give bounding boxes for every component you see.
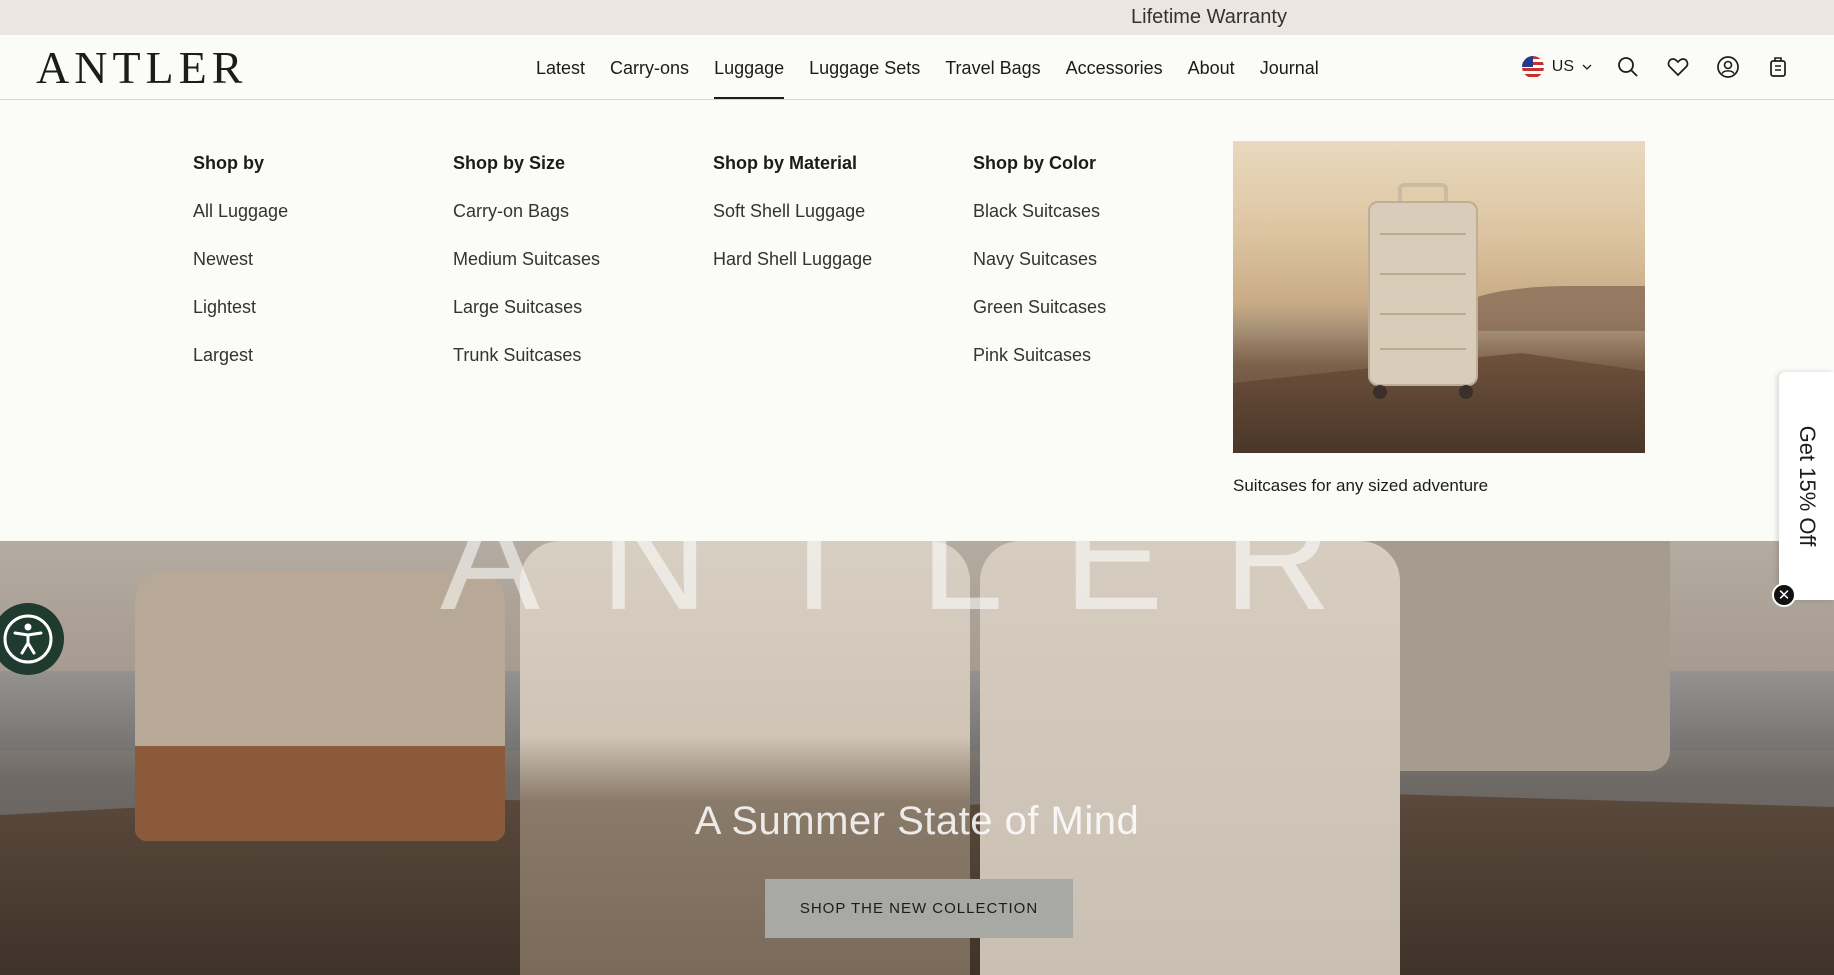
wheel xyxy=(1459,385,1473,399)
menu-link-large-suitcases[interactable]: Large Suitcases xyxy=(453,296,600,318)
menu-link-largest[interactable]: Largest xyxy=(193,344,288,366)
promo-hill xyxy=(1455,286,1645,331)
menu-column-size: Shop by Size Carry-on Bags Medium Suitca… xyxy=(453,152,600,392)
menu-column-material: Shop by Material Soft Shell Luggage Hard… xyxy=(713,152,872,296)
accessibility-icon xyxy=(3,614,53,664)
heart-icon xyxy=(1667,58,1689,77)
logo[interactable]: ANTLER xyxy=(36,44,247,92)
menu-link-newest[interactable]: Newest xyxy=(193,248,288,270)
menu-column-color: Shop by Color Black Suitcases Navy Suitc… xyxy=(973,152,1106,392)
menu-link-pink-suitcases[interactable]: Pink Suitcases xyxy=(973,344,1106,366)
menu-link-carry-on-bags[interactable]: Carry-on Bags xyxy=(453,200,600,222)
column-heading: Shop by Color xyxy=(973,153,1096,173)
region-label: US xyxy=(1551,58,1574,75)
menu-link-soft-shell[interactable]: Soft Shell Luggage xyxy=(713,200,872,222)
luggage-mega-menu: Shop by All Luggage Newest Lightest Larg… xyxy=(0,100,1834,541)
menu-link-lightest[interactable]: Lightest xyxy=(193,296,288,318)
account-button[interactable] xyxy=(1714,53,1742,81)
column-heading: Shop by Material xyxy=(713,153,858,173)
wheel xyxy=(1373,385,1387,399)
hero-overlay-word: ANTLER xyxy=(440,541,1392,641)
column-heading: Shop by xyxy=(193,153,264,173)
suitcase-handle xyxy=(1398,183,1448,203)
discount-label: Get 15% Off xyxy=(1794,425,1820,547)
nav-latest[interactable]: Latest xyxy=(536,57,585,79)
region-selector[interactable]: US xyxy=(1521,56,1592,78)
hero-title: A Summer State of Mind xyxy=(694,799,1140,843)
menu-column-shop-by: Shop by All Luggage Newest Lightest Larg… xyxy=(193,152,288,392)
cart-button[interactable] xyxy=(1764,53,1792,81)
promo-image[interactable] xyxy=(1233,141,1645,453)
shop-new-collection-button[interactable]: SHOP THE NEW COLLECTION xyxy=(765,879,1073,938)
announcement-text: Lifetime Warranty xyxy=(1131,6,1287,28)
nav-about[interactable]: About xyxy=(1188,57,1235,79)
menu-link-navy-suitcases[interactable]: Navy Suitcases xyxy=(973,248,1106,270)
search-button[interactable] xyxy=(1614,53,1642,81)
announcement-bar: Lifetime Warranty xyxy=(0,0,1834,35)
nav-travel-bags[interactable]: Travel Bags xyxy=(945,57,1040,79)
nav-accessories[interactable]: Accessories xyxy=(1066,57,1163,79)
cart-icon xyxy=(1770,57,1786,77)
close-discount-button[interactable]: ✕ xyxy=(1772,583,1796,607)
nav-carry-ons[interactable]: Carry-ons xyxy=(610,57,689,79)
menu-link-green-suitcases[interactable]: Green Suitcases xyxy=(973,296,1106,318)
chevron-down-icon xyxy=(1582,64,1592,70)
menu-link-hard-shell[interactable]: Hard Shell Luggage xyxy=(713,248,872,270)
nav-luggage-sets[interactable]: Luggage Sets xyxy=(809,57,920,79)
header-actions: US xyxy=(1521,53,1792,81)
suitcase-image xyxy=(1368,201,1478,386)
menu-link-all-luggage[interactable]: All Luggage xyxy=(193,200,288,222)
promo-caption[interactable]: Suitcases for any sized adventure xyxy=(1233,476,1488,496)
discount-side-tab[interactable]: Get 15% Off xyxy=(1779,372,1834,600)
wishlist-button[interactable] xyxy=(1664,53,1692,81)
us-flag-icon xyxy=(1521,56,1544,78)
search-icon xyxy=(1618,57,1638,77)
site-header: ANTLER Latest Carry-ons Luggage Luggage … xyxy=(0,35,1834,100)
menu-link-trunk-suitcases[interactable]: Trunk Suitcases xyxy=(453,344,600,366)
hero-banner: ANTLER A Summer State of Mind SHOP THE N… xyxy=(0,541,1834,975)
nav-journal[interactable]: Journal xyxy=(1260,57,1319,79)
column-heading: Shop by Size xyxy=(453,153,566,173)
close-icon: ✕ xyxy=(1777,587,1791,604)
main-nav: Latest Carry-ons Luggage Luggage Sets Tr… xyxy=(536,57,1319,99)
nav-luggage[interactable]: Luggage xyxy=(714,57,785,99)
menu-link-black-suitcases[interactable]: Black Suitcases xyxy=(973,200,1106,222)
menu-link-medium-suitcases[interactable]: Medium Suitcases xyxy=(453,248,600,270)
account-icon xyxy=(1717,56,1739,78)
